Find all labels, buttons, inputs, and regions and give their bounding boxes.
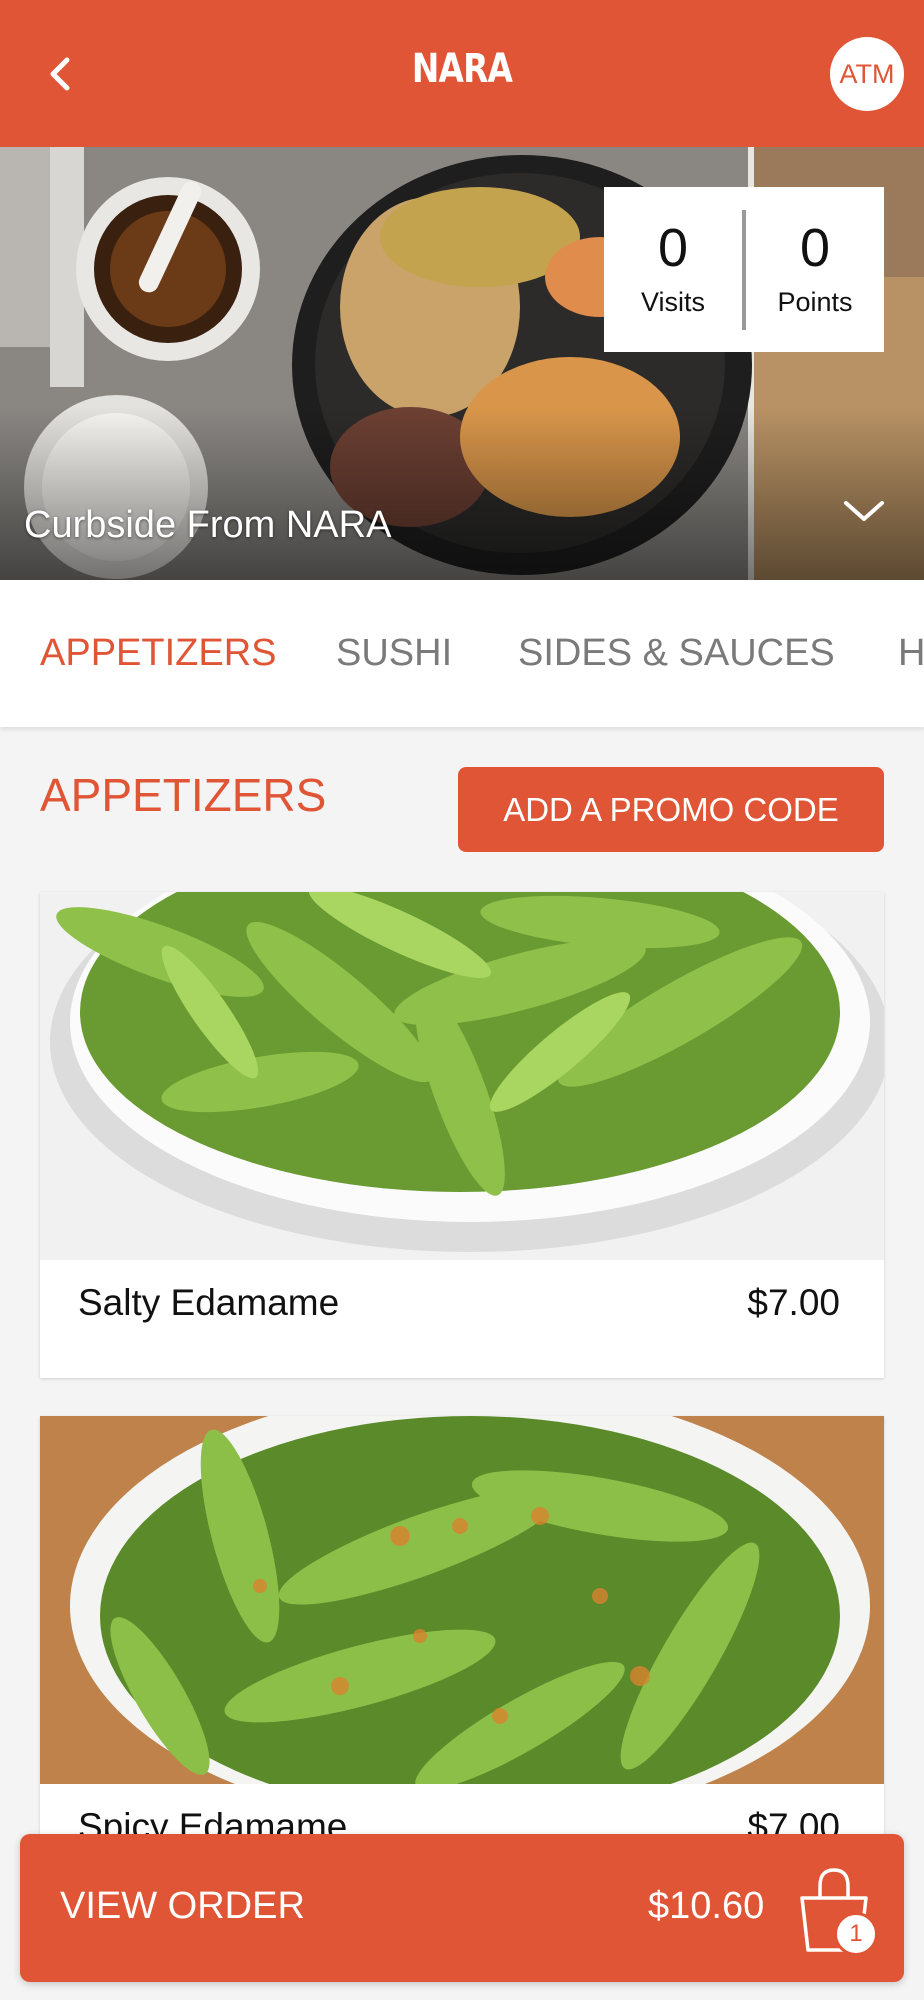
avatar[interactable]: ATM <box>830 37 904 111</box>
page-title: NARA <box>411 46 513 92</box>
view-order-label: VIEW ORDER <box>60 1885 305 1927</box>
points-value: 0 <box>799 218 831 278</box>
location-label[interactable]: Curbside From NARA <box>24 504 391 547</box>
app-header: NARA ATM <box>0 0 924 147</box>
add-promo-code-button[interactable]: ADD A PROMO CODE <box>458 767 884 852</box>
tab-sides-sauces[interactable]: SIDES & SAUCES <box>518 632 835 675</box>
visits-value: 0 <box>657 218 689 278</box>
tab-sushi[interactable]: SUSHI <box>336 632 452 675</box>
order-total: $10.60 <box>648 1885 765 1927</box>
spicy-edamame-photo <box>40 1416 884 1784</box>
menu-item-photo <box>40 1416 884 1784</box>
location-dropdown-button[interactable] <box>842 497 892 547</box>
tab-partial[interactable]: H <box>898 632 924 675</box>
section-title: APPETIZERS <box>40 769 327 821</box>
edamame-photo <box>40 892 884 1260</box>
menu-item-card[interactable]: Spicy Edamame $7.00 <box>40 1416 884 1836</box>
tab-appetizers[interactable]: APPETIZERS <box>40 632 277 675</box>
hero-banner: 0 Visits 0 Points Curbside From NARA <box>0 147 924 580</box>
menu-item-price: $7.00 <box>747 1282 840 1323</box>
menu-item-name: Salty Edamame <box>78 1282 340 1323</box>
category-tabs: APPETIZERS SUSHI SIDES & SAUCES H <box>0 580 924 727</box>
menu-item-name: Spicy Edamame <box>78 1806 348 1836</box>
visits-label: Visits <box>640 287 706 317</box>
points-stat: 0 Points <box>746 221 884 318</box>
points-label: Points <box>777 287 853 317</box>
menu-item-photo <box>40 892 884 1260</box>
loyalty-stats: 0 Visits 0 Points <box>604 187 884 352</box>
menu-item-card[interactable]: Salty Edamame $7.00 <box>40 892 884 1378</box>
view-order-button[interactable]: VIEW ORDER $10.60 1 <box>20 1834 904 1982</box>
back-button[interactable] <box>30 44 90 104</box>
cart-count-badge: 1 <box>834 1912 878 1956</box>
chevron-down-icon <box>844 501 884 521</box>
menu-item-price: $7.00 <box>747 1806 840 1836</box>
chevron-left-icon <box>50 57 70 91</box>
visits-stat: 0 Visits <box>604 221 742 318</box>
